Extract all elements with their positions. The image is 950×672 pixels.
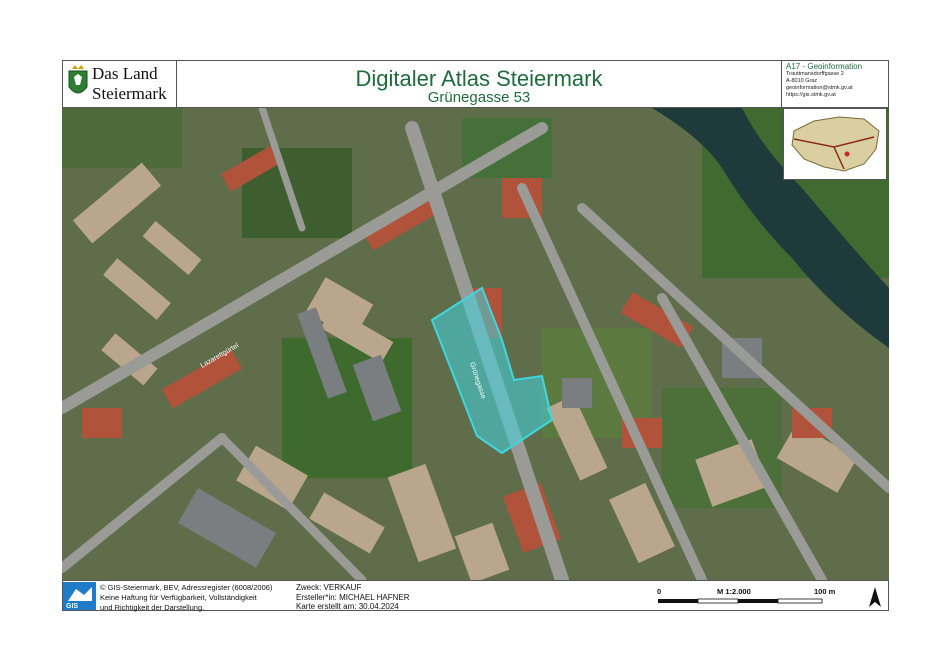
scale-segment <box>777 598 823 604</box>
footer-creator: Ersteller*in: MICHAEL HAFNER <box>296 592 410 602</box>
scale-segment <box>658 599 698 603</box>
north-arrow-shape <box>869 587 881 607</box>
info-dept: A17 - Geoinformation <box>786 62 863 71</box>
footer-created: Karte erstellt am: 30.04.2024 <box>296 602 399 611</box>
footer-disclaimer1: Keine Haftung für Verfügbarkeit, Vollstä… <box>100 593 257 602</box>
logo-line2: Steiermark <box>92 84 167 103</box>
gis-logo-icon: GIS <box>63 582 96 610</box>
coat-of-arms-icon <box>68 65 88 94</box>
scale-bar: 0 M 1:2.000 100 m <box>652 582 852 610</box>
location-marker <box>844 151 850 157</box>
info-city: A-8010 Graz <box>786 78 818 84</box>
scale-segment <box>697 598 739 604</box>
info-website: https://gis.stmk.gv.at <box>786 92 836 98</box>
scale-segment <box>738 599 778 603</box>
land-steiermark-logo: Das Land Steiermark <box>62 60 177 107</box>
vegetation-patch <box>62 108 182 168</box>
map-footer: GIS © GIS-Steiermark, BEV, Adressregiste… <box>62 580 889 613</box>
gis-logo-text: GIS <box>66 603 78 610</box>
map-subtitle: Grünegasse 53 <box>427 89 531 106</box>
info-address: Trauttmansdorffgasse 2 <box>786 71 844 77</box>
footer-meta-block: Zweck: VERKAUF Ersteller*in: MICHAEL HAF… <box>296 583 410 612</box>
map-header: Das Land Steiermark Digitaler Atlas Stei… <box>62 60 889 108</box>
footer-copyright-block: © GIS-Steiermark, BEV, Adressregister (6… <box>100 583 272 613</box>
overview-map <box>783 108 887 180</box>
aerial-map-canvas: Grünegasse Lazarettgürtel <box>62 108 889 580</box>
building-red-roof <box>82 408 122 438</box>
logo-line1: Das Land <box>92 64 158 83</box>
footer-disclaimer2: und Richtigkeit der Darstellung. <box>100 603 205 612</box>
info-email: geoinformation@stmk.gv.at <box>786 85 853 91</box>
scale-bar-graphic <box>658 598 823 604</box>
footer-copyright: © GIS-Steiermark, BEV, Adressregister (6… <box>100 583 273 592</box>
aerial-map[interactable]: Grünegasse Lazarettgürtel <box>62 108 889 580</box>
north-arrow-icon <box>869 587 881 607</box>
info-box: A17 - Geoinformation Trauttmansdorffgass… <box>781 60 889 107</box>
footer-purpose: Zweck: VERKAUF <box>296 583 362 592</box>
gis-logo: GIS <box>62 581 97 611</box>
overview-map-canvas <box>784 109 886 179</box>
building-grey-roof <box>562 378 592 408</box>
